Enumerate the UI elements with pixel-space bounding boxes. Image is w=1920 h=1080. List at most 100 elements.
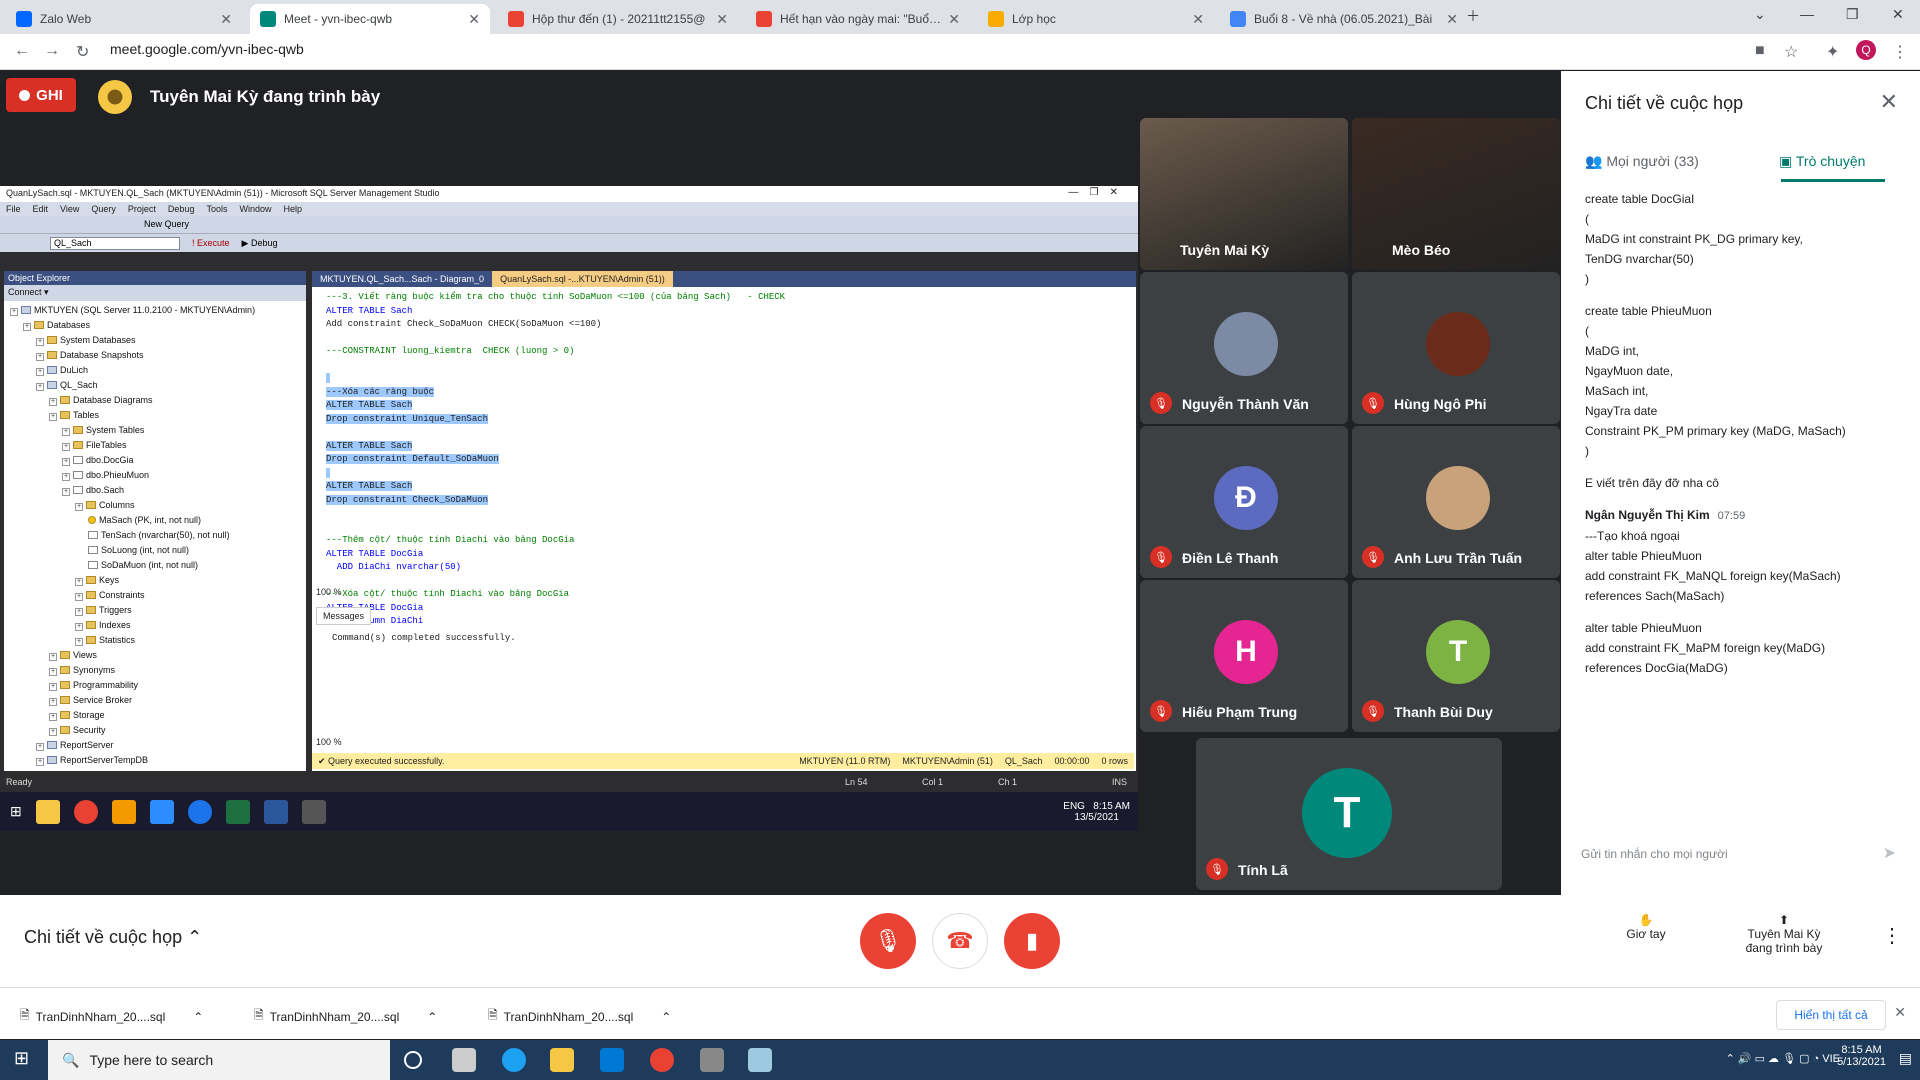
- new-query-button[interactable]: New Query: [144, 219, 189, 229]
- forward-icon[interactable]: →: [44, 42, 60, 60]
- close-window-icon[interactable]: ✕: [1892, 6, 1904, 23]
- system-tray[interactable]: ⌃ 🔊 ▭ ☁ 🎙 ▢ ◔ VIE: [1726, 1052, 1840, 1065]
- database-selector[interactable]: QL_Sach: [50, 236, 180, 250]
- debug-button[interactable]: ▶ Debug: [242, 238, 278, 249]
- browser-tab[interactable]: Lớp học ✕: [978, 4, 1214, 34]
- presenting-button[interactable]: ⬆ Tuyên Mai Kỳ đang trình bày: [1736, 913, 1832, 955]
- tree-node[interactable]: + System Databases: [4, 333, 306, 348]
- url-field[interactable]: meet.google.com/yvn-ibec-qwb: [110, 41, 304, 57]
- profile-avatar[interactable]: Q: [1856, 40, 1876, 60]
- expand-icon[interactable]: +: [75, 608, 83, 616]
- tree-node[interactable]: + DuLich: [4, 363, 306, 378]
- chevron-up-icon[interactable]: ⌃: [661, 1010, 671, 1024]
- more-options-icon[interactable]: ⋮: [1882, 923, 1902, 948]
- code-area[interactable]: ---3. Viết ràng buộc kiểm tra cho thuộc …: [312, 287, 1124, 626]
- browser-tab[interactable]: Hết hạn vào ngày mai: "Buổi 8 - ✕: [746, 4, 970, 34]
- close-downloads-icon[interactable]: ✕: [1894, 1004, 1906, 1021]
- download-item[interactable]: 🗎 TranDinhNham_20....sql ⌃: [20, 1006, 203, 1027]
- tree-node[interactable]: + dbo.Sach: [4, 483, 306, 498]
- tree-node[interactable]: + dbo.PhieuMuon: [4, 468, 306, 483]
- tree-node[interactable]: + Storage: [4, 708, 306, 723]
- close-icon[interactable]: ✕: [1880, 89, 1898, 115]
- tree-node[interactable]: + ReportServerTempDB: [4, 753, 306, 768]
- expand-icon[interactable]: +: [75, 578, 83, 586]
- expand-icon[interactable]: +: [36, 758, 44, 766]
- file-explorer-icon[interactable]: [550, 1048, 574, 1072]
- app-icon[interactable]: [748, 1048, 772, 1072]
- tree-node[interactable]: + Triggers: [4, 603, 306, 618]
- chevron-up-icon[interactable]: ⌃: [427, 1010, 437, 1024]
- expand-icon[interactable]: +: [36, 743, 44, 751]
- expand-icon[interactable]: +: [36, 368, 44, 376]
- expand-icon[interactable]: +: [62, 458, 70, 466]
- expand-icon[interactable]: +: [49, 713, 57, 721]
- tree-node[interactable]: TenSach (nvarchar(50), not null): [4, 528, 306, 543]
- meeting-details-button[interactable]: Chi tiết về cuộc họp ⌃: [24, 927, 202, 948]
- download-item[interactable]: 🗎 TranDinhNham_20....sql ⌃: [254, 1006, 437, 1027]
- expand-icon[interactable]: +: [36, 353, 44, 361]
- download-item[interactable]: 🗎 TranDinhNham_20....sql ⌃: [488, 1006, 671, 1027]
- tree-node[interactable]: + Statistics: [4, 633, 306, 648]
- cortana-icon[interactable]: [404, 1051, 422, 1069]
- browser-tab[interactable]: Hộp thư đến (1) - 20211tt2155@ ✕: [498, 4, 738, 34]
- browser-tab[interactable]: Meet - yvn-ibec-qwb ✕: [250, 4, 490, 34]
- expand-icon[interactable]: +: [75, 623, 83, 631]
- tree-node[interactable]: + Constraints: [4, 588, 306, 603]
- editor-tab[interactable]: MKTUYEN.QL_Sach...Sach - Diagram_0: [312, 271, 492, 287]
- star-icon[interactable]: ☆: [1784, 42, 1798, 62]
- tree-node[interactable]: MaSach (PK, int, not null): [4, 513, 306, 528]
- tree-node[interactable]: + System Tables: [4, 423, 306, 438]
- tree-node[interactable]: + Tables: [4, 408, 306, 423]
- reload-icon[interactable]: ↻: [76, 42, 89, 62]
- participant-tile[interactable]: Mèo Béo: [1352, 118, 1560, 270]
- raise-hand-button[interactable]: ✋ Giơ tay: [1616, 913, 1676, 941]
- close-tab-icon[interactable]: ✕: [1192, 11, 1204, 28]
- menu-item[interactable]: Help: [283, 204, 302, 214]
- menu-item[interactable]: Window: [239, 204, 271, 214]
- expand-icon[interactable]: +: [23, 323, 31, 331]
- tree-node[interactable]: SoDaMuon (int, not null): [4, 558, 306, 573]
- participant-tile[interactable]: Đ 🎙 Điền Lê Thanh: [1140, 426, 1348, 578]
- expand-icon[interactable]: +: [49, 413, 57, 421]
- expand-icon[interactable]: +: [75, 638, 83, 646]
- menu-item[interactable]: Edit: [33, 204, 49, 214]
- expand-icon[interactable]: +: [62, 488, 70, 496]
- tree-node[interactable]: + dbo.DocGia: [4, 453, 306, 468]
- taskbar-clock[interactable]: 8:15 AM 5/13/2021: [1837, 1044, 1886, 1068]
- expand-icon[interactable]: +: [49, 653, 57, 661]
- chrome-icon[interactable]: [650, 1048, 674, 1072]
- new-tab-icon[interactable]: ＋: [1466, 6, 1480, 26]
- mic-off-icon[interactable]: 🎙: [860, 913, 916, 969]
- tree-node[interactable]: + Programmability: [4, 678, 306, 693]
- menu-item[interactable]: Tools: [206, 204, 227, 214]
- participant-tile[interactable]: T 🎙 Thanh Bùi Duy: [1352, 580, 1560, 732]
- tree-node[interactable]: + QL_Sach: [4, 378, 306, 393]
- tree-node[interactable]: + Keys: [4, 573, 306, 588]
- close-tab-icon[interactable]: ✕: [948, 11, 960, 28]
- expand-icon[interactable]: +: [62, 428, 70, 436]
- taskbar-search[interactable]: 🔍 Type here to search: [48, 1040, 390, 1080]
- messages-zoom[interactable]: 100 %: [316, 737, 342, 747]
- tree-node[interactable]: + Columns: [4, 498, 306, 513]
- expand-icon[interactable]: +: [49, 398, 57, 406]
- editor-tab[interactable]: QuanLySach.sql -...KTUYEN\Admin (51)): [492, 271, 673, 287]
- expand-icon[interactable]: +: [49, 668, 57, 676]
- tab-chat[interactable]: ▣ Trò chuyện: [1779, 153, 1865, 170]
- expand-icon[interactable]: +: [49, 683, 57, 691]
- close-tab-icon[interactable]: ✕: [1446, 11, 1458, 28]
- messages-tab[interactable]: Messages: [316, 607, 372, 625]
- tree-node[interactable]: SoLuong (int, not null): [4, 543, 306, 558]
- ssms-icon[interactable]: [700, 1048, 724, 1072]
- camera-icon[interactable]: ■: [1755, 42, 1765, 60]
- close-tab-icon[interactable]: ✕: [468, 11, 480, 28]
- participant-tile[interactable]: T 🎙 Tính Lã: [1196, 738, 1502, 890]
- close-tab-icon[interactable]: ✕: [220, 11, 232, 28]
- participant-tile[interactable]: H 🎙 Hiếu Phạm Trung: [1140, 580, 1348, 732]
- connect-button[interactable]: Connect ▾: [8, 287, 49, 297]
- menu-item[interactable]: Debug: [168, 204, 195, 214]
- tree-node[interactable]: + Synonyms: [4, 663, 306, 678]
- task-view-icon[interactable]: [452, 1048, 476, 1072]
- tree-node[interactable]: + Views: [4, 648, 306, 663]
- edge-icon[interactable]: [502, 1048, 526, 1072]
- tree-node[interactable]: + Indexes: [4, 618, 306, 633]
